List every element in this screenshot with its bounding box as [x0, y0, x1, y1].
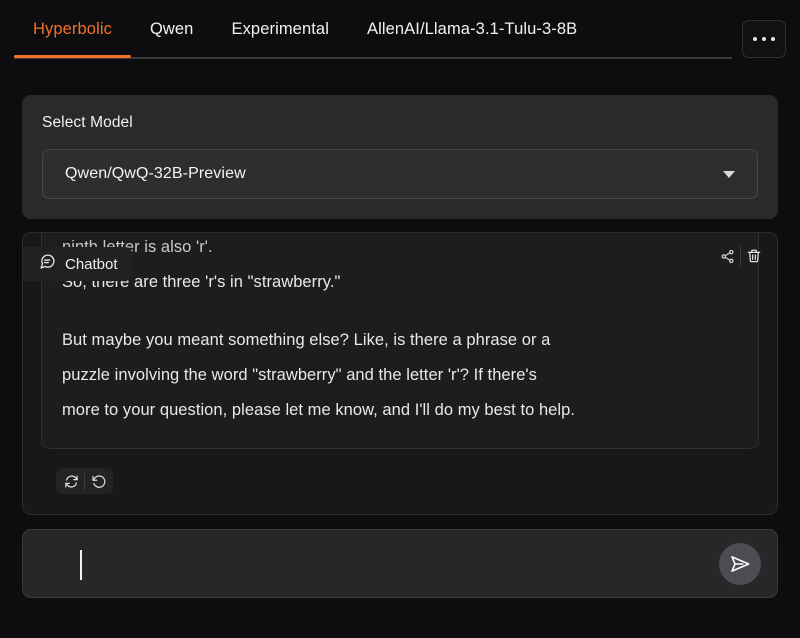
tab-bar: Hyperbolic Qwen Experimental AllenAI/Lla… — [0, 0, 800, 64]
send-button[interactable] — [719, 542, 761, 585]
undo-button[interactable] — [85, 469, 111, 493]
ellipsis-horizontal-icon — [752, 36, 758, 42]
chat-input-bar[interactable] — [22, 529, 778, 598]
message-line: But maybe you meant something else? Like… — [62, 331, 551, 349]
undo-icon — [91, 474, 105, 488]
more-options-button[interactable] — [742, 20, 786, 58]
message-line: puzzle involving the word "strawberry" a… — [62, 366, 537, 384]
message-action-toolbar — [56, 468, 113, 494]
chat-input[interactable] — [23, 530, 719, 597]
share-button[interactable] — [715, 244, 740, 268]
tab-label: Hyperbolic — [33, 19, 112, 38]
message-paragraph-gap — [62, 300, 738, 323]
chat-message-scroll-area[interactable]: ninth letter is also 'r'. So, there are … — [23, 233, 777, 465]
share-nodes-icon — [721, 249, 734, 263]
ellipsis-horizontal-icon — [761, 36, 767, 42]
retry-icon — [64, 474, 78, 488]
chatbot-label-badge[interactable]: Chatbot — [23, 247, 132, 281]
message-line: more to your question, please let me kno… — [62, 401, 575, 419]
tab-hyperbolic[interactable]: Hyperbolic — [14, 0, 131, 58]
tab-list: Hyperbolic Qwen Experimental AllenAI/Lla… — [0, 0, 596, 58]
retry-button[interactable] — [58, 469, 84, 493]
tab-label: AllenAI/Llama-3.1-Tulu-3-8B — [366, 19, 578, 38]
message-line: So, there are three 'r's in "strawberry.… — [62, 273, 341, 291]
text-cursor — [80, 550, 82, 580]
model-selected-value: Qwen/QwQ-32B-Preview — [65, 165, 246, 182]
tab-experimental[interactable]: Experimental — [212, 0, 348, 58]
model-selector-panel: Select Model Qwen/QwQ-32B-Preview — [22, 95, 778, 219]
assistant-message-bubble: ninth letter is also 'r'. So, there are … — [41, 233, 759, 449]
trash-icon — [747, 249, 760, 263]
ellipsis-horizontal-icon — [770, 36, 776, 42]
model-select-dropdown[interactable]: Qwen/QwQ-32B-Preview — [42, 149, 758, 199]
tab-qwen[interactable]: Qwen — [131, 0, 213, 58]
tab-allenai-llama-tulu[interactable]: AllenAI/Llama-3.1-Tulu-3-8B — [348, 0, 596, 58]
delete-button[interactable] — [741, 244, 766, 268]
tab-label: Experimental — [231, 19, 329, 38]
chatbot-label: Chatbot — [65, 255, 118, 273]
tab-label: Qwen — [149, 19, 194, 38]
send-paper-plane-icon — [731, 555, 750, 572]
chat-bubble-icon — [39, 253, 56, 275]
chatbot-toolbar — [715, 244, 766, 268]
message-line-clipped: ninth letter is also 'r'. — [62, 238, 213, 256]
select-model-label: Select Model — [42, 114, 133, 131]
chatbot-panel: ninth letter is also 'r'. So, there are … — [22, 232, 778, 515]
chevron-down-icon — [723, 170, 735, 178]
